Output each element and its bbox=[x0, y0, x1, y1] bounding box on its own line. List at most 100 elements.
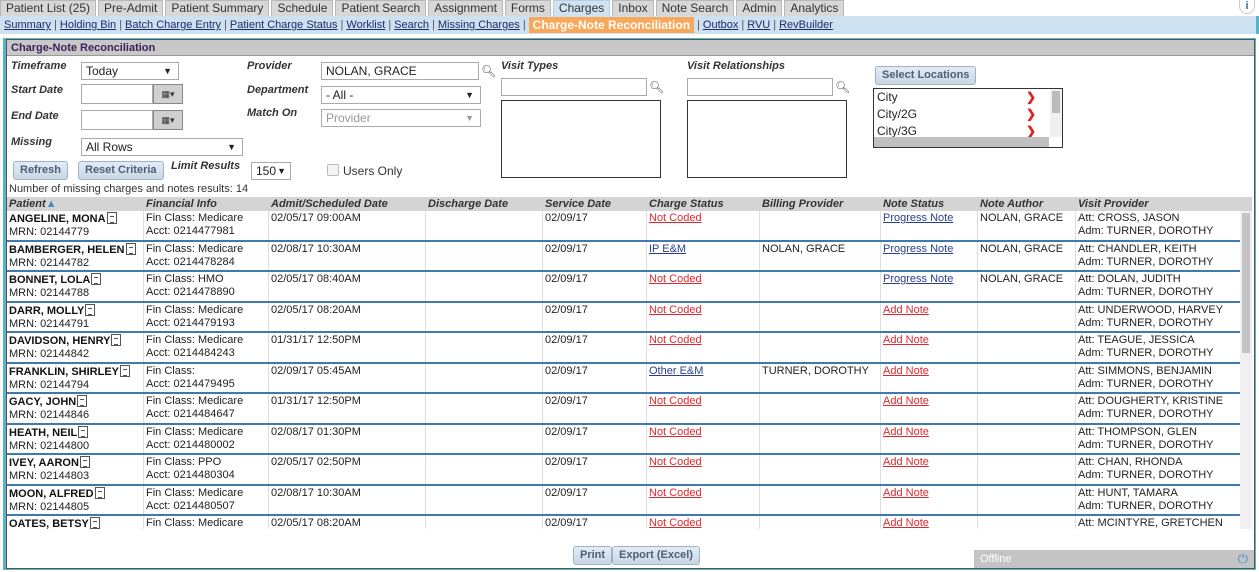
print-button[interactable]: Print bbox=[573, 546, 613, 565]
subnav-summary[interactable]: Summary bbox=[4, 19, 51, 31]
department-select[interactable]: - All - ▼ bbox=[321, 86, 481, 104]
subnav-holding-bin[interactable]: Holding Bin bbox=[60, 19, 116, 31]
visit-types-input[interactable] bbox=[501, 78, 647, 96]
patient-name[interactable]: GACY, JOHN bbox=[9, 396, 76, 408]
note-status-link[interactable]: Add Note bbox=[883, 487, 929, 499]
tab-inbox[interactable]: Inbox bbox=[612, 0, 654, 16]
document-icon[interactable] bbox=[89, 517, 100, 529]
document-icon[interactable] bbox=[91, 273, 102, 285]
sort-asc-icon[interactable]: ▲ bbox=[46, 198, 57, 210]
tab-charges[interactable]: Charges bbox=[552, 0, 611, 16]
export-excel-button[interactable]: Export (Excel) bbox=[612, 546, 700, 565]
table-row[interactable]: DAVIDSON, HENRY MRN: 02144842 Fin Class: M… bbox=[7, 333, 1240, 364]
patient-name[interactable]: MOON, ALFRED bbox=[9, 488, 94, 500]
patient-name[interactable]: DARR, MOLLY bbox=[9, 305, 84, 317]
tab-patient-list-25[interactable]: Patient List (25) bbox=[0, 0, 97, 16]
note-status-link[interactable]: Add Note bbox=[883, 456, 929, 468]
tab-note-search[interactable]: Note Search bbox=[655, 0, 735, 16]
reset-criteria-button[interactable]: Reset Criteria bbox=[78, 161, 164, 180]
lookup-icon[interactable]: 🔍︎ bbox=[835, 80, 850, 94]
limit-results-select[interactable]: 150 ▼ bbox=[251, 162, 291, 180]
subnav-batch-charge-entry[interactable]: Batch Charge Entry bbox=[125, 19, 221, 31]
tab-schedule[interactable]: Schedule bbox=[271, 0, 334, 16]
note-status-link[interactable]: Add Note bbox=[883, 395, 929, 407]
visit-relationships-list[interactable] bbox=[687, 100, 847, 178]
tab-analytics[interactable]: Analytics bbox=[784, 0, 845, 16]
charge-status-link[interactable]: Not Coded bbox=[649, 304, 702, 316]
table-row[interactable]: IVEY, AARON MRN: 02144803 Fin Class: PPO Ac… bbox=[7, 455, 1240, 486]
patient-name[interactable]: FRANKLIN, SHIRLEY bbox=[9, 366, 119, 378]
charge-status-link[interactable]: Not Coded bbox=[649, 212, 702, 224]
visit-relationships-input[interactable] bbox=[687, 78, 833, 96]
subnav-revbuilder[interactable]: RevBuilder bbox=[779, 19, 833, 31]
document-icon[interactable] bbox=[94, 486, 105, 499]
refresh-button[interactable]: Refresh bbox=[13, 161, 68, 180]
scrollbar[interactable] bbox=[1240, 211, 1252, 529]
charge-status-link[interactable]: Not Coded bbox=[649, 395, 702, 407]
document-icon[interactable] bbox=[120, 364, 130, 377]
table-row[interactable]: ANGELINE, MONA MRN: 02144779 Fin Class: Me… bbox=[7, 211, 1240, 242]
note-status-link[interactable]: Add Note bbox=[883, 365, 929, 377]
patient-name[interactable]: ANGELINE, MONA bbox=[9, 213, 106, 225]
missing-select[interactable]: All Rows ▼ bbox=[81, 138, 243, 156]
column-header-note-author[interactable]: Note Author bbox=[978, 197, 1076, 211]
document-icon[interactable] bbox=[106, 212, 117, 224]
tab-assignment[interactable]: Assignment bbox=[428, 0, 503, 16]
charge-status-link[interactable]: Not Coded bbox=[649, 426, 702, 438]
note-status-link[interactable]: Progress Note bbox=[883, 243, 953, 255]
tab-pre-admit[interactable]: Pre-Admit bbox=[98, 0, 164, 16]
subnav-patient-charge-status[interactable]: Patient Charge Status bbox=[230, 19, 338, 31]
patient-name[interactable]: OATES, BETSY bbox=[9, 518, 89, 529]
document-icon[interactable] bbox=[77, 395, 88, 407]
charge-status-link[interactable]: Not Coded bbox=[649, 487, 702, 499]
remove-icon[interactable]: ❯ bbox=[1026, 106, 1036, 123]
note-status-link[interactable]: Add Note bbox=[883, 334, 929, 346]
document-icon[interactable] bbox=[79, 456, 90, 468]
remove-icon[interactable]: ❯ bbox=[1026, 89, 1036, 106]
column-header-service-date[interactable]: Service Date bbox=[543, 197, 647, 211]
charge-status-link[interactable]: Other E&M bbox=[649, 365, 703, 377]
table-row[interactable]: GACY, JOHN MRN: 02144846 Fin Class: Medica… bbox=[7, 394, 1240, 425]
table-row[interactable]: HEATH, NEIL MRN: 02144800 Fin Class: Medic… bbox=[7, 424, 1240, 455]
scrollbar[interactable] bbox=[1050, 89, 1062, 137]
subnav-charge-note-reconciliation[interactable]: Charge-Note Reconciliation bbox=[528, 17, 695, 33]
charge-status-link[interactable]: IP E&M bbox=[649, 243, 686, 255]
tab-forms[interactable]: Forms bbox=[504, 0, 551, 16]
table-row[interactable]: FRANKLIN, SHIRLEY MRN: 02144794 Fin Class:… bbox=[7, 363, 1240, 394]
table-row[interactable]: BONNET, LOLA MRN: 02144788 Fin Class: HMO A… bbox=[7, 272, 1240, 303]
subnav-rvu[interactable]: RVU bbox=[747, 19, 770, 31]
column-header-patient[interactable]: Patient▲ bbox=[7, 197, 144, 211]
note-status-link[interactable]: Add Note bbox=[883, 517, 929, 529]
tab-patient-search[interactable]: Patient Search bbox=[335, 0, 427, 16]
column-header-financial-info[interactable]: Financial Info bbox=[144, 197, 269, 211]
note-status-link[interactable]: Progress Note bbox=[883, 212, 953, 224]
start-date-input[interactable] bbox=[81, 84, 153, 104]
timeframe-select[interactable]: Today ▼ bbox=[81, 62, 179, 80]
subnav-missing-charges[interactable]: Missing Charges bbox=[438, 19, 520, 31]
document-icon[interactable] bbox=[78, 425, 89, 438]
select-locations-button[interactable]: Select Locations bbox=[875, 66, 977, 85]
note-status-link[interactable]: Add Note bbox=[883, 426, 929, 438]
lookup-icon[interactable]: 🔍︎ bbox=[481, 64, 496, 78]
calendar-icon[interactable]: ▦▾ bbox=[153, 84, 183, 104]
table-row[interactable]: DARR, MOLLY MRN: 02144791 Fin Class: Medic… bbox=[7, 302, 1240, 333]
lookup-icon[interactable]: 🔍︎ bbox=[649, 80, 664, 94]
match-on-select[interactable]: Provider ▼ bbox=[321, 109, 481, 127]
column-header-admit-scheduled-date[interactable]: Admit/Scheduled Date bbox=[269, 197, 426, 211]
scrollbar[interactable] bbox=[874, 137, 1049, 147]
subnav-worklist[interactable]: Worklist bbox=[346, 19, 385, 31]
visit-types-list[interactable] bbox=[501, 100, 661, 178]
subnav-outbox[interactable]: Outbox bbox=[703, 19, 738, 31]
patient-name[interactable]: BAMBERGER, HELEN bbox=[9, 244, 125, 256]
users-only-checkbox[interactable] bbox=[327, 164, 339, 176]
charge-status-link[interactable]: Not Coded bbox=[649, 517, 702, 529]
table-row[interactable]: MOON, ALFRED MRN: 02144805 Fin Class: Medi… bbox=[7, 485, 1240, 516]
table-row[interactable]: OATES, BETSYMRN: 02144806Fin Class: Medi… bbox=[7, 516, 1240, 529]
column-header-discharge-date[interactable]: Discharge Date bbox=[426, 197, 543, 211]
subnav-search[interactable]: Search bbox=[394, 19, 429, 31]
charge-status-link[interactable]: Not Coded bbox=[649, 273, 702, 285]
calendar-icon[interactable]: ▦▾ bbox=[153, 110, 183, 130]
tab-admin[interactable]: Admin bbox=[736, 0, 783, 16]
column-header-charge-status[interactable]: Charge Status bbox=[647, 197, 760, 211]
document-icon[interactable] bbox=[125, 242, 136, 255]
